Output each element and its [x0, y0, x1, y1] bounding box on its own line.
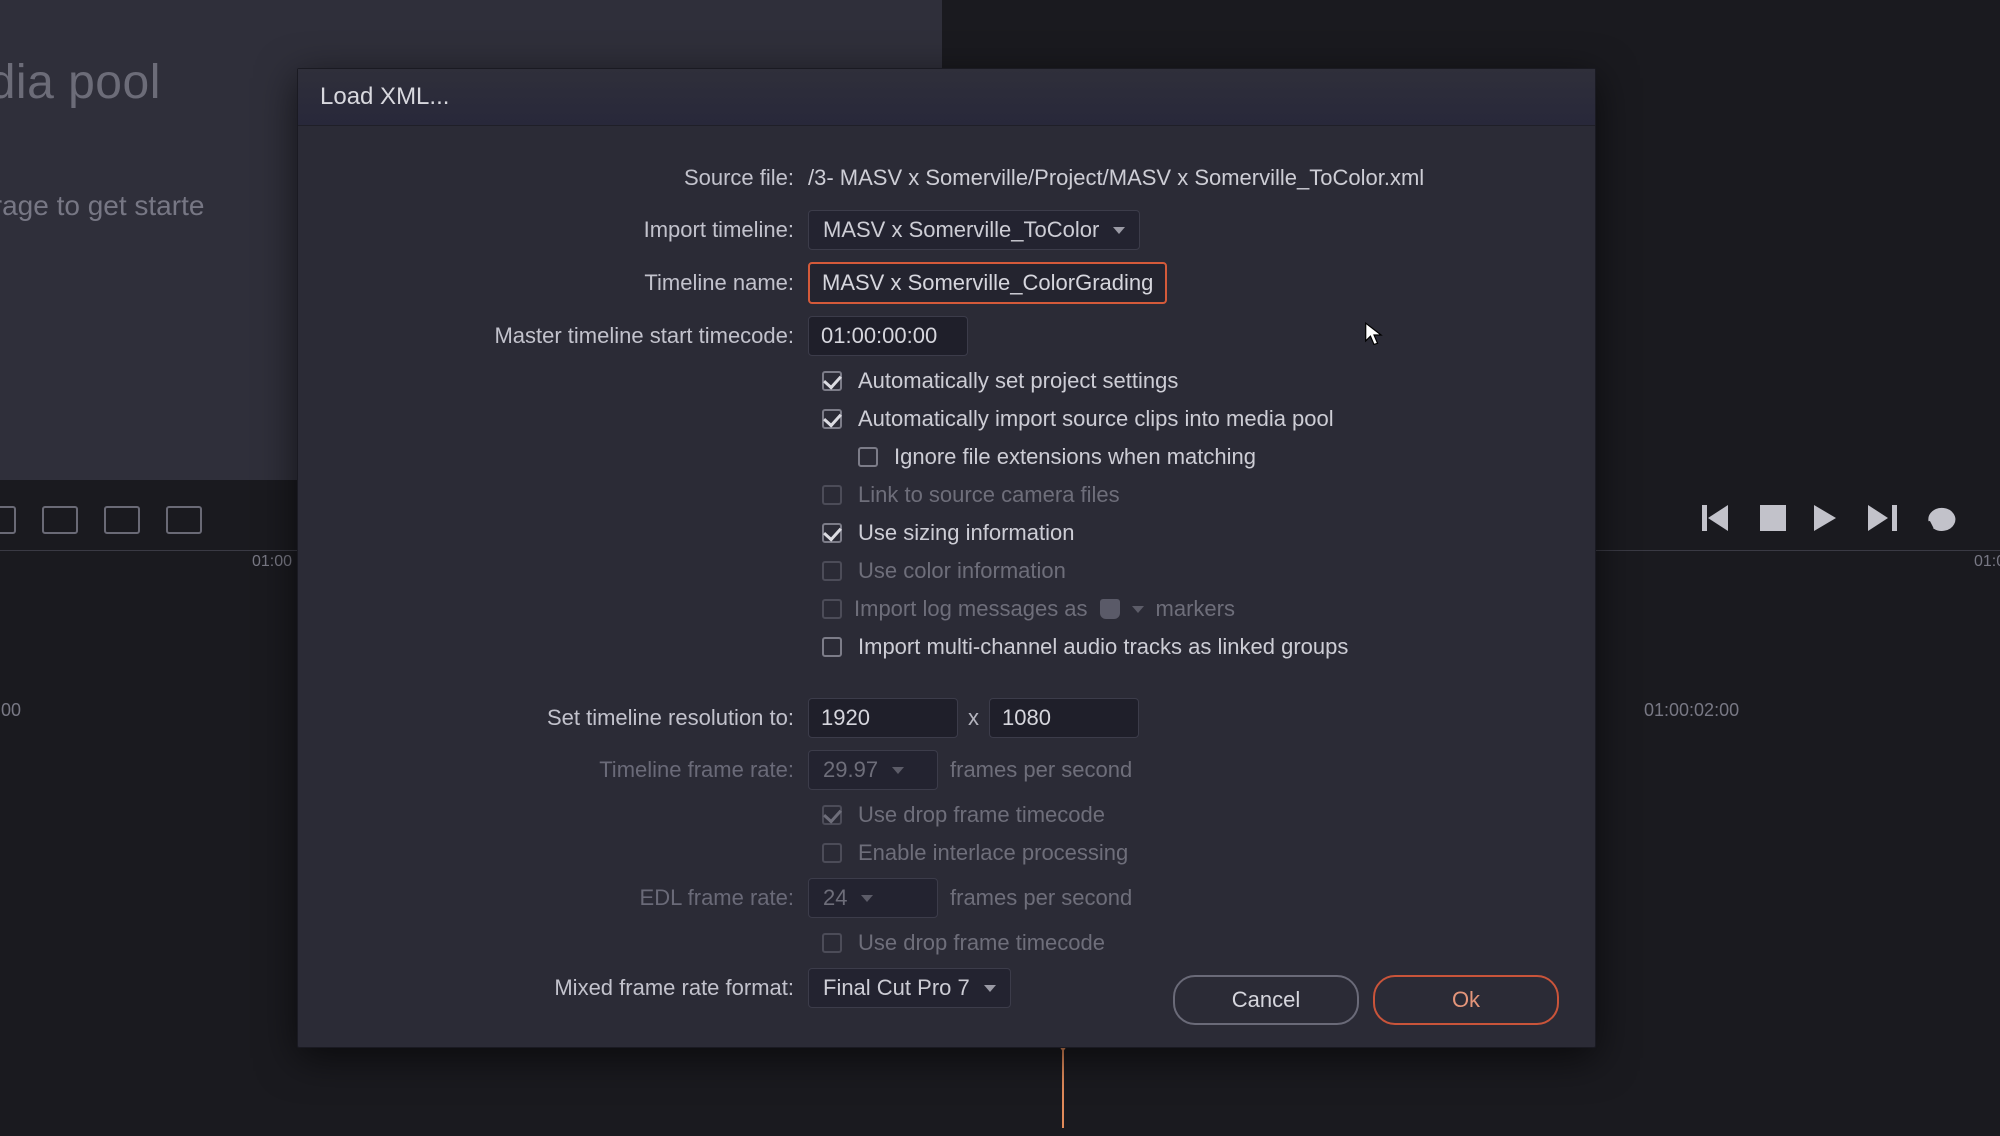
auto-import-clips-checkbox[interactable]: [822, 409, 842, 429]
timeline-name-input[interactable]: MASV x Somerville_ColorGrading: [808, 262, 1167, 304]
mixed-rate-select[interactable]: Final Cut Pro 7: [808, 968, 1011, 1008]
chevron-down-icon: [861, 895, 873, 902]
ruler-tick: 01:01:0: [1974, 553, 2000, 571]
timeline-fps-unit: frames per second: [950, 757, 1132, 783]
start-timecode-input[interactable]: 01:00:00:00: [808, 316, 968, 356]
ignore-ext-checkbox[interactable]: [858, 447, 878, 467]
mixed-rate-label: Mixed frame rate format:: [338, 975, 808, 1001]
view-mode-icon-2[interactable]: [42, 506, 78, 534]
use-color-label: Use color information: [858, 558, 1066, 584]
drop-frame-tc2-label: Use drop frame timecode: [858, 930, 1105, 956]
edl-fps-select: 24: [808, 878, 938, 918]
media-pool-hint: edia Storage to get starte: [0, 190, 204, 222]
link-camera-label: Link to source camera files: [858, 482, 1120, 508]
dialog-title: Load XML...: [298, 69, 1595, 126]
mouse-cursor-icon: [1364, 322, 1384, 348]
chevron-down-icon: [984, 985, 996, 992]
resolution-height-input[interactable]: 1080: [989, 698, 1139, 738]
load-xml-dialog: Load XML... Source file: /3- MASV x Some…: [297, 68, 1596, 1048]
view-mode-icon-1[interactable]: [0, 506, 16, 534]
import-log-checkbox: [822, 599, 842, 619]
link-camera-checkbox: [822, 485, 842, 505]
import-log-label-pre: Import log messages as: [854, 596, 1088, 622]
playhead[interactable]: [1062, 1048, 1064, 1128]
drop-frame-tc2-checkbox: [822, 933, 842, 953]
source-file-label: Source file:: [338, 165, 808, 191]
ruler-tick: 01:00:02:00: [1644, 700, 1739, 721]
timeline-fps-select: 29.97: [808, 750, 938, 790]
multichannel-checkbox[interactable]: [822, 637, 842, 657]
play-button[interactable]: [1814, 505, 1840, 536]
interlace-checkbox: [822, 843, 842, 863]
ruler-tick: :00: [0, 700, 21, 721]
stop-button[interactable]: [1760, 505, 1786, 536]
chevron-down-icon: [892, 767, 904, 774]
view-mode-icon-3[interactable]: [104, 506, 140, 534]
resolution-x: x: [968, 705, 979, 731]
import-timeline-select[interactable]: MASV x Somerville_ToColor: [808, 210, 1140, 250]
ok-button[interactable]: Ok: [1373, 975, 1559, 1025]
resolution-label: Set timeline resolution to:: [338, 705, 808, 731]
use-sizing-checkbox[interactable]: [822, 523, 842, 543]
drop-frame-tc-checkbox: [822, 805, 842, 825]
dialog-buttons: Cancel Ok: [1173, 975, 1559, 1025]
media-pool-heading: n media pool: [0, 55, 161, 110]
multichannel-label: Import multi-channel audio tracks as lin…: [858, 634, 1348, 660]
ignore-ext-label: Ignore file extensions when matching: [894, 444, 1256, 470]
dialog-body: Source file: /3- MASV x Somerville/Proje…: [298, 126, 1595, 1040]
prev-button[interactable]: [1702, 505, 1732, 536]
cancel-button[interactable]: Cancel: [1173, 975, 1359, 1025]
view-mode-icon-4[interactable]: [166, 506, 202, 534]
chevron-down-icon: [1113, 227, 1125, 234]
import-log-label-post: markers: [1156, 596, 1235, 622]
timeline-name-label: Timeline name:: [338, 270, 808, 296]
start-timecode-label: Master timeline start timecode:: [338, 323, 808, 349]
import-timeline-value: MASV x Somerville_ToColor: [823, 217, 1099, 243]
use-color-checkbox: [822, 561, 842, 581]
next-button[interactable]: [1868, 505, 1898, 536]
timeline-fps-label: Timeline frame rate:: [338, 757, 808, 783]
edl-fps-label: EDL frame rate:: [338, 885, 808, 911]
loop-button[interactable]: [1926, 505, 1960, 536]
auto-import-clips-label: Automatically import source clips into m…: [858, 406, 1334, 432]
auto-project-settings-checkbox[interactable]: [822, 371, 842, 391]
ruler-tick: 01:00: [252, 553, 292, 571]
edl-fps-unit: frames per second: [950, 885, 1132, 911]
resolution-width-input[interactable]: 1920: [808, 698, 958, 738]
drop-frame-tc-label: Use drop frame timecode: [858, 802, 1105, 828]
interlace-label: Enable interlace processing: [858, 840, 1128, 866]
source-file-value: /3- MASV x Somerville/Project/MASV x Som…: [808, 165, 1424, 191]
use-sizing-label: Use sizing information: [858, 520, 1074, 546]
import-timeline-label: Import timeline:: [338, 217, 808, 243]
auto-project-settings-label: Automatically set project settings: [858, 368, 1178, 394]
chevron-down-icon: [1132, 606, 1144, 613]
marker-icon: [1100, 599, 1120, 619]
